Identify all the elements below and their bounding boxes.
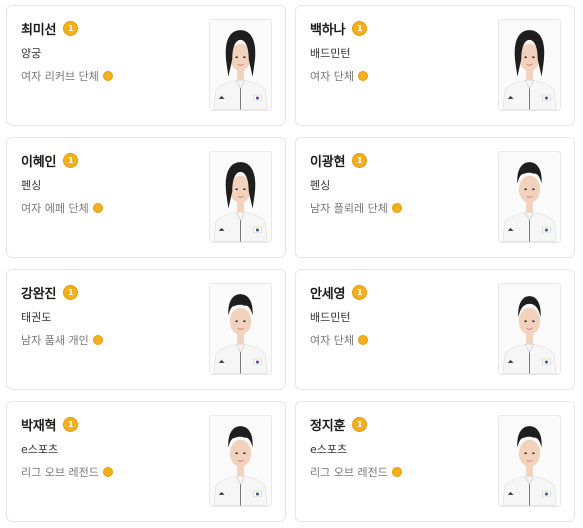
gold-medal-dot-icon	[102, 467, 113, 477]
name-line: 최미선 1	[21, 19, 199, 38]
athlete-info: 이광현 1 펜싱 남자 플뢰레 단체	[310, 151, 488, 216]
gold-medal-dot-icon	[357, 335, 368, 345]
athlete-photo[interactable]	[209, 151, 272, 243]
name-line: 이혜인 1	[21, 151, 199, 170]
athlete-sport: 배드민턴	[310, 47, 351, 60]
gold-medal-dot-icon	[357, 71, 368, 81]
gold-medal-icon: 1	[63, 152, 79, 168]
athlete-photo[interactable]	[498, 283, 561, 375]
athlete-name[interactable]: 백하나	[310, 19, 345, 38]
athlete-sport: e스포츠	[21, 443, 59, 456]
athlete-card[interactable]: 강완진 1 태권도 남자 품새 개인	[6, 269, 286, 390]
athlete-info: 최미선 1 양궁 여자 리커브 단체	[21, 19, 199, 84]
athlete-info: 안세영 1 배드민턴 여자 단체	[310, 283, 488, 348]
gold-medal-icon: 1	[63, 284, 79, 300]
athlete-sport: e스포츠	[310, 443, 348, 456]
athlete-sport: 펜싱	[310, 179, 331, 192]
event-line: 남자 플뢰레 단체	[310, 200, 488, 216]
athlete-event: 여자 리커브 단체	[21, 70, 99, 83]
event-line: 여자 리커브 단체	[21, 68, 199, 84]
athlete-photo[interactable]	[498, 19, 561, 111]
athlete-card[interactable]: 박재혁 1 e스포츠 리그 오브 레전드	[6, 401, 286, 522]
athlete-card[interactable]: 백하나 1 배드민턴 여자 단체	[295, 5, 575, 126]
name-line: 정지훈 1	[310, 415, 488, 434]
gold-medal-icon: 1	[352, 416, 368, 432]
event-line: 여자 에페 단체	[21, 200, 199, 216]
athlete-name[interactable]: 최미선	[21, 19, 56, 38]
athlete-info: 이혜인 1 펜싱 여자 에페 단체	[21, 151, 199, 216]
athlete-info: 백하나 1 배드민턴 여자 단체	[310, 19, 488, 84]
athlete-sport: 양궁	[21, 47, 42, 60]
athlete-grid: 최미선 1 양궁 여자 리커브 단체 백하나 1 배드민턴 여자 단체 이혜인 …	[0, 0, 583, 528]
athlete-photo[interactable]	[209, 283, 272, 375]
athlete-card[interactable]: 이광현 1 펜싱 남자 플뢰레 단체	[295, 137, 575, 258]
gold-medal-dot-icon	[102, 71, 113, 81]
gold-medal-icon: 1	[352, 284, 368, 300]
name-line: 이광현 1	[310, 151, 488, 170]
athlete-card[interactable]: 안세영 1 배드민턴 여자 단체	[295, 269, 575, 390]
athlete-name[interactable]: 정지훈	[310, 415, 345, 434]
event-line: 남자 품새 개인	[21, 332, 199, 348]
athlete-photo[interactable]	[209, 415, 272, 507]
athlete-event: 남자 플뢰레 단체	[310, 202, 388, 215]
athlete-name[interactable]: 이광현	[310, 151, 345, 170]
name-line: 박재혁 1	[21, 415, 199, 434]
gold-medal-icon: 1	[352, 152, 368, 168]
athlete-event: 리그 오브 레전드	[21, 466, 99, 479]
gold-medal-icon: 1	[63, 20, 79, 36]
event-line: 리그 오브 레전드	[310, 464, 488, 480]
name-line: 안세영 1	[310, 283, 488, 302]
athlete-event: 리그 오브 레전드	[310, 466, 388, 479]
athlete-name[interactable]: 강완진	[21, 283, 56, 302]
gold-medal-dot-icon	[391, 203, 402, 213]
name-line: 강완진 1	[21, 283, 199, 302]
athlete-sport: 배드민턴	[310, 311, 351, 324]
athlete-event: 여자 단체	[310, 70, 354, 83]
athlete-photo[interactable]	[498, 415, 561, 507]
athlete-sport: 펜싱	[21, 179, 42, 192]
event-line: 여자 단체	[310, 68, 488, 84]
event-line: 여자 단체	[310, 332, 488, 348]
athlete-photo[interactable]	[498, 151, 561, 243]
gold-medal-icon: 1	[63, 416, 79, 432]
athlete-info: 정지훈 1 e스포츠 리그 오브 레전드	[310, 415, 488, 480]
athlete-card[interactable]: 이혜인 1 펜싱 여자 에페 단체	[6, 137, 286, 258]
athlete-card[interactable]: 정지훈 1 e스포츠 리그 오브 레전드	[295, 401, 575, 522]
event-line: 리그 오브 레전드	[21, 464, 199, 480]
athlete-info: 강완진 1 태권도 남자 품새 개인	[21, 283, 199, 348]
gold-medal-dot-icon	[92, 203, 103, 213]
athlete-event: 남자 품새 개인	[21, 334, 89, 347]
athlete-name[interactable]: 이혜인	[21, 151, 56, 170]
athlete-sport: 태권도	[21, 311, 52, 324]
gold-medal-dot-icon	[92, 335, 103, 345]
gold-medal-icon: 1	[352, 20, 368, 36]
athlete-info: 박재혁 1 e스포츠 리그 오브 레전드	[21, 415, 199, 480]
name-line: 백하나 1	[310, 19, 488, 38]
athlete-photo[interactable]	[209, 19, 272, 111]
athlete-name[interactable]: 박재혁	[21, 415, 56, 434]
athlete-card[interactable]: 최미선 1 양궁 여자 리커브 단체	[6, 5, 286, 126]
athlete-event: 여자 에페 단체	[21, 202, 89, 215]
gold-medal-dot-icon	[391, 467, 402, 477]
athlete-event: 여자 단체	[310, 334, 354, 347]
athlete-name[interactable]: 안세영	[310, 283, 345, 302]
